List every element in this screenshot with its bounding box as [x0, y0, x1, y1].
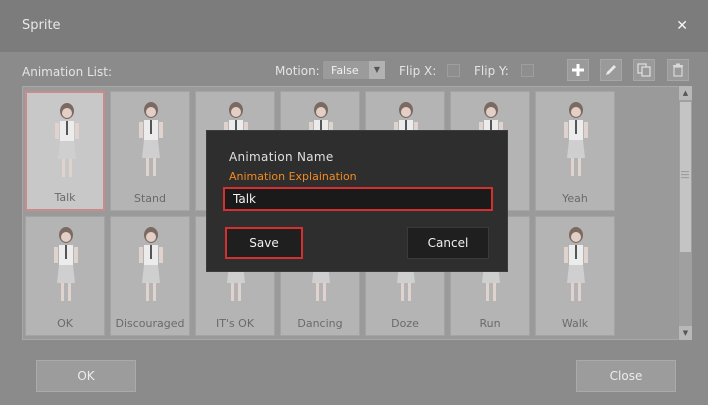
copy-animation-button[interactable] [633, 59, 655, 81]
animation-tile-label: OK [57, 317, 73, 330]
animation-tile-label: Run [479, 317, 501, 330]
scroll-grip-icon: ― ― ― [681, 167, 689, 182]
scroll-up-icon[interactable]: ▲ [679, 86, 692, 100]
animation-tile[interactable]: Stand [110, 91, 190, 211]
grid-scrollbar[interactable]: ▲ ― ― ― ▼ [678, 86, 692, 340]
close-button[interactable]: Close [576, 360, 676, 392]
animation-tile-label: Doze [391, 317, 419, 330]
dialog-title: Animation Name [229, 150, 334, 164]
pencil-icon [606, 65, 616, 75]
character-sprite-icon [554, 100, 598, 184]
animation-tile[interactable]: OK [25, 216, 105, 336]
animation-tile[interactable]: Yeah [535, 91, 615, 211]
delete-animation-button[interactable] [667, 59, 689, 81]
title-bar: Sprite ✕ [0, 0, 708, 52]
flip-x-checkbox[interactable] [447, 64, 460, 77]
copy-icon [637, 63, 651, 77]
trash-icon [673, 63, 683, 77]
flip-y-checkbox[interactable] [521, 64, 534, 77]
animation-name-input[interactable] [223, 187, 493, 211]
animation-tile-label: Talk [54, 191, 76, 204]
animation-tile-label: Dancing [297, 317, 343, 330]
plus-icon [572, 64, 584, 76]
motion-select-value: False [331, 64, 359, 77]
cancel-button[interactable]: Cancel [407, 227, 489, 259]
flip-x-label: Flip X: [399, 64, 437, 78]
toolbar: Animation List: Motion: False ▼ Flip X: … [0, 56, 708, 88]
character-sprite-icon [44, 225, 88, 309]
animation-tile[interactable]: Talk [25, 91, 105, 211]
character-sprite-icon [554, 225, 598, 309]
animation-tile[interactable]: Discouraged [110, 216, 190, 336]
edit-animation-button[interactable] [600, 59, 622, 81]
window-title: Sprite [22, 18, 61, 33]
motion-label: Motion: [275, 64, 320, 78]
animation-tile-label: IT's OK [215, 317, 255, 330]
character-sprite-icon [45, 101, 89, 185]
flip-y-label: Flip Y: [474, 64, 509, 78]
scroll-down-icon[interactable]: ▼ [679, 326, 692, 340]
animation-tile-label: Stand [134, 192, 166, 205]
add-animation-button[interactable] [567, 59, 589, 81]
motion-select[interactable]: False ▼ [322, 60, 386, 80]
close-icon[interactable]: ✕ [676, 18, 688, 34]
animation-name-dialog: Animation Name Animation Explaination Sa… [206, 130, 508, 272]
animation-list-label: Animation List: [22, 65, 113, 79]
animation-tile-label: Walk [561, 317, 589, 330]
save-button[interactable]: Save [225, 227, 303, 259]
character-sprite-icon [129, 100, 173, 184]
animation-tile-label: Discouraged [115, 317, 185, 330]
animation-tile[interactable]: Walk [535, 216, 615, 336]
chevron-down-icon[interactable]: ▼ [369, 61, 385, 79]
character-sprite-icon [129, 225, 173, 309]
animation-tile-label: Yeah [562, 192, 588, 205]
sprite-window: Sprite ✕ Animation List: Motion: False ▼… [0, 0, 708, 405]
ok-button[interactable]: OK [36, 360, 136, 392]
dialog-subtitle: Animation Explaination [229, 170, 357, 183]
